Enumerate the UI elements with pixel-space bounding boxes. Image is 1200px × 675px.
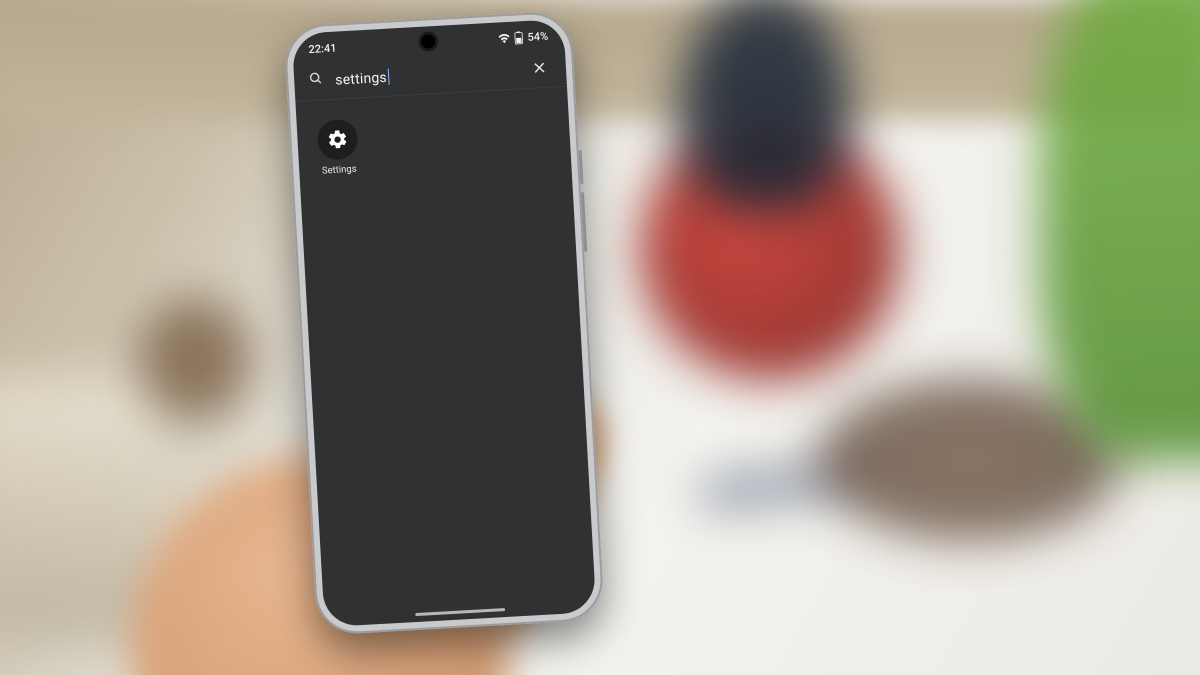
- clear-search-button[interactable]: [525, 54, 552, 81]
- search-input[interactable]: settings: [335, 60, 515, 89]
- phone-frame: 22:41 54% settings: [283, 10, 605, 635]
- app-result-settings[interactable]: Settings: [305, 118, 372, 177]
- status-time: 22:41: [308, 41, 337, 56]
- home-indicator[interactable]: [415, 608, 505, 616]
- battery-icon: [514, 31, 524, 44]
- app-result-label: Settings: [322, 164, 357, 177]
- gear-icon: [317, 119, 359, 161]
- wifi-icon: [498, 33, 511, 44]
- search-results: Settings: [295, 87, 572, 198]
- text-cursor: [387, 69, 389, 85]
- battery-percent: 54%: [527, 29, 548, 43]
- phone-screen: 22:41 54% settings: [292, 19, 597, 627]
- search-value: settings: [335, 70, 387, 89]
- search-icon: [308, 70, 324, 90]
